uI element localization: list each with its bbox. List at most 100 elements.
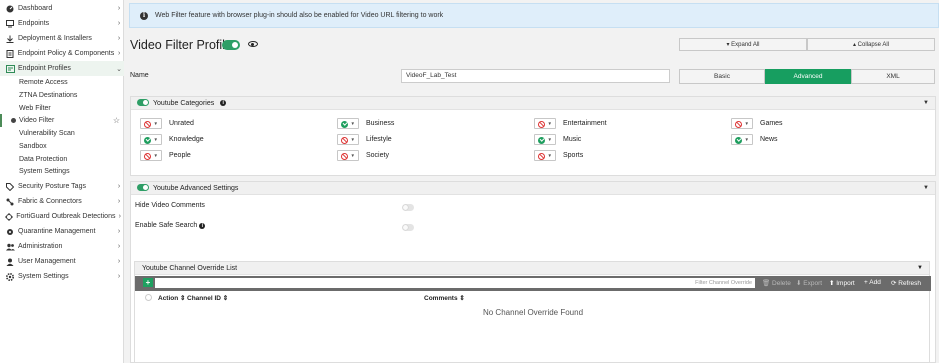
channel-override-panel: Youtube Channel Override List ▼ + Filter… bbox=[134, 261, 931, 363]
category-action-dropdown[interactable]: ▼ bbox=[534, 134, 556, 145]
panel-header: Youtube Advanced Settings ▼ bbox=[131, 182, 935, 195]
category-knowledge: ▼ Knowledge bbox=[140, 134, 204, 145]
column-action[interactable]: Action ⇕ bbox=[158, 294, 185, 302]
eye-icon[interactable] bbox=[248, 41, 258, 47]
category-action-dropdown[interactable]: ▼ bbox=[731, 118, 753, 129]
info-icon: i bbox=[199, 222, 206, 229]
category-news: ▼ News bbox=[731, 134, 778, 145]
sidebar-subitem-system-settings[interactable]: System Settings bbox=[0, 165, 124, 178]
category-action-dropdown[interactable]: ▼ bbox=[534, 150, 556, 161]
sidebar-item-administration[interactable]: Administration › bbox=[0, 239, 124, 254]
gear-icon bbox=[4, 271, 16, 283]
refresh-button[interactable]: ⟳ Refresh bbox=[891, 279, 921, 287]
allow-icon bbox=[144, 136, 151, 144]
chevron-down-icon[interactable]: ▼ bbox=[923, 185, 929, 191]
tab-advanced[interactable]: Advanced bbox=[765, 69, 851, 84]
tab-xml[interactable]: XML bbox=[851, 69, 935, 84]
sidebar-item-quarantine[interactable]: Quarantine Management › bbox=[0, 224, 124, 239]
chevron-right-icon: › bbox=[117, 20, 121, 27]
profiles-icon bbox=[4, 63, 16, 75]
sidebar-item-user-management[interactable]: User Management › bbox=[0, 254, 124, 269]
select-all-checkbox[interactable] bbox=[145, 294, 152, 301]
column-channel-id[interactable]: Channel ID ⇕ bbox=[187, 294, 228, 302]
sidebar-subitem-sandbox[interactable]: Sandbox bbox=[0, 140, 124, 153]
category-action-dropdown[interactable]: ▼ bbox=[337, 150, 359, 161]
export-button[interactable]: ⬇ Export bbox=[796, 279, 822, 287]
category-society: ▼ Society bbox=[337, 150, 389, 161]
caret-down-icon: ▼ bbox=[153, 137, 158, 142]
category-action-dropdown[interactable]: ▼ bbox=[140, 118, 162, 129]
chevron-right-icon: › bbox=[118, 213, 121, 220]
safe-search-toggle[interactable] bbox=[402, 224, 414, 231]
category-action-dropdown[interactable]: ▼ bbox=[534, 118, 556, 129]
info-icon: i bbox=[140, 11, 148, 20]
category-action-dropdown[interactable]: ▼ bbox=[731, 134, 753, 145]
sidebar: Dashboard › Endpoints › Deployment & Ins… bbox=[0, 0, 124, 363]
chevron-down-icon[interactable]: ▼ bbox=[923, 100, 929, 106]
sidebar-subitem-remote-access[interactable]: Remote Access bbox=[0, 76, 124, 89]
chevron-right-icon: › bbox=[117, 243, 121, 250]
sidebar-item-outbreak[interactable]: FortiGuard Outbreak Detections › bbox=[0, 209, 124, 224]
category-action-dropdown[interactable]: ▼ bbox=[337, 134, 359, 145]
sidebar-subitem-vulnerability-scan[interactable]: Vulnerability Scan bbox=[0, 127, 124, 140]
caret-down-icon: ▼ bbox=[547, 121, 552, 126]
import-button[interactable]: ⬆ Import bbox=[829, 279, 855, 287]
sidebar-item-security-posture-tags[interactable]: Security Posture Tags › bbox=[0, 179, 124, 194]
category-action-dropdown[interactable]: ▼ bbox=[140, 134, 162, 145]
empty-message: No Channel Override Found bbox=[482, 308, 584, 317]
name-field[interactable]: VideoF_Lab_Test bbox=[401, 69, 670, 83]
category-entertainment: ▼ Entertainment bbox=[534, 118, 607, 129]
info-icon: i bbox=[220, 100, 227, 106]
tab-basic[interactable]: Basic bbox=[679, 69, 765, 84]
sidebar-item-deployment[interactable]: Deployment & Installers › bbox=[0, 31, 124, 46]
category-unrated: ▼ Unrated bbox=[140, 118, 194, 129]
add-icon-button[interactable]: + bbox=[143, 278, 153, 287]
chevron-right-icon: › bbox=[117, 258, 121, 265]
block-icon bbox=[144, 120, 151, 128]
block-icon bbox=[144, 152, 151, 160]
filter-input[interactable]: Filter Channel Override bbox=[155, 278, 755, 288]
category-action-dropdown[interactable]: ▼ bbox=[337, 118, 359, 129]
chevron-right-icon: › bbox=[117, 183, 121, 190]
categories-toggle[interactable] bbox=[137, 99, 149, 106]
column-comments[interactable]: Comments ⇕ bbox=[424, 294, 465, 302]
delete-button[interactable]: 🗑 Delete bbox=[762, 279, 791, 287]
category-action-dropdown[interactable]: ▼ bbox=[140, 150, 162, 161]
add-button[interactable]: + Add bbox=[864, 279, 881, 286]
sidebar-item-endpoint-policy[interactable]: Endpoint Policy & Components › bbox=[0, 46, 124, 61]
main-content: i Web Filter feature with browser plug-i… bbox=[124, 0, 939, 363]
chevron-right-icon: › bbox=[117, 50, 121, 57]
user-icon bbox=[4, 256, 16, 268]
expand-all-button[interactable]: ▾ Expand All bbox=[679, 38, 807, 51]
sidebar-item-system-settings[interactable]: System Settings › bbox=[0, 269, 124, 284]
category-people: ▼ People bbox=[140, 150, 191, 161]
collapse-all-button[interactable]: ▴ Collapse All bbox=[807, 38, 935, 51]
profile-enabled-toggle[interactable] bbox=[222, 40, 240, 50]
hide-comments-toggle[interactable] bbox=[402, 204, 414, 211]
sidebar-item-fabric[interactable]: Fabric & Connectors › bbox=[0, 194, 124, 209]
hide-comments-label: Hide Video Comments bbox=[135, 202, 205, 209]
tag-icon bbox=[4, 181, 16, 193]
advanced-toggle[interactable] bbox=[137, 184, 149, 191]
panel-header: Youtube Categories i ▼ bbox=[131, 97, 935, 110]
info-banner: i Web Filter feature with browser plug-i… bbox=[129, 3, 939, 28]
chevron-down-icon[interactable]: ▼ bbox=[917, 265, 923, 271]
block-icon bbox=[538, 152, 545, 160]
allow-icon bbox=[341, 120, 348, 128]
block-icon bbox=[735, 120, 742, 128]
table-header: Action ⇕ Channel ID ⇕ Comments ⇕ bbox=[135, 293, 931, 303]
sidebar-item-endpoints[interactable]: Endpoints › bbox=[0, 16, 124, 31]
sidebar-subitem-video-filter[interactable]: Video Filter ☆ bbox=[0, 114, 124, 127]
caret-down-icon: ▼ bbox=[153, 121, 158, 126]
sidebar-item-endpoint-profiles[interactable]: Endpoint Profiles ⌄ bbox=[0, 61, 124, 76]
sidebar-subitem-ztna[interactable]: ZTNA Destinations bbox=[0, 89, 124, 102]
star-icon[interactable]: ☆ bbox=[113, 116, 120, 125]
caret-down-icon: ▼ bbox=[744, 137, 749, 142]
caret-down-icon: ▼ bbox=[350, 153, 355, 158]
category-music: ▼ Music bbox=[534, 134, 581, 145]
endpoints-icon bbox=[4, 18, 16, 30]
sidebar-item-dashboard[interactable]: Dashboard › bbox=[0, 1, 124, 16]
allow-icon bbox=[538, 136, 545, 144]
caret-down-icon: ▼ bbox=[153, 153, 158, 158]
current-dot bbox=[11, 118, 16, 123]
